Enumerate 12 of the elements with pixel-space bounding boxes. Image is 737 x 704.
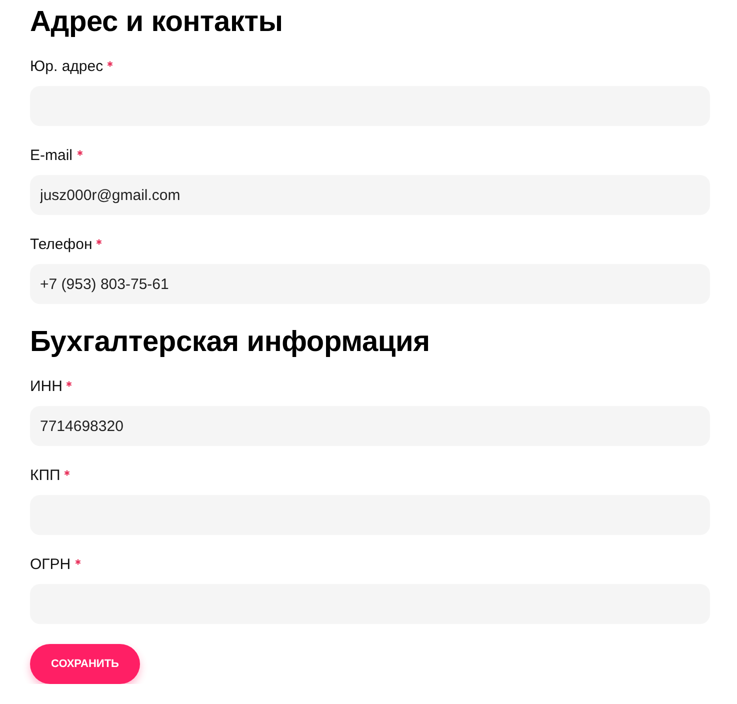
field-label: КПП: [30, 466, 60, 486]
field-label: Телефон: [30, 235, 92, 255]
section-heading: Бухгалтерская информация: [30, 325, 431, 360]
section-heading: Адрес и контакты: [30, 5, 284, 40]
save-button[interactable]: СОХРАНИТЬ: [30, 644, 140, 684]
input-field[interactable]: +7 (953) 803-75-61: [30, 264, 710, 304]
field-label: ОГРН: [30, 555, 71, 575]
field-label: E-mail: [30, 146, 73, 166]
input-field[interactable]: 7714698320: [30, 406, 710, 446]
input-field[interactable]: jusz000r@gmail.com: [30, 175, 710, 215]
field-label: ИНН: [30, 377, 62, 397]
field-label: Юр. адрес: [30, 57, 104, 77]
